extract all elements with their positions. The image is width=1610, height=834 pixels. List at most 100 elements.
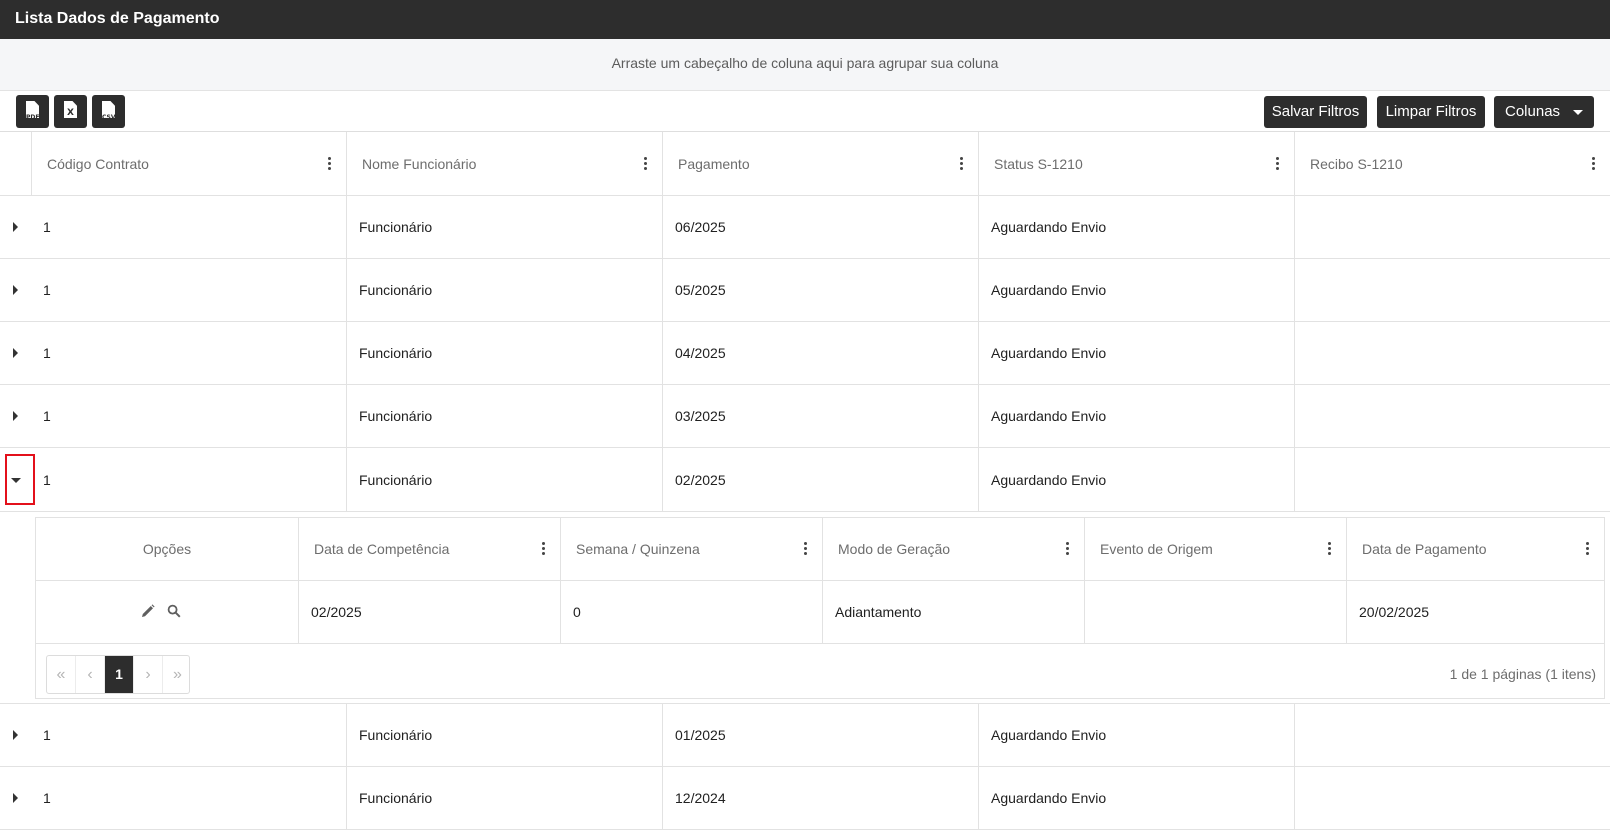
detail-cell-semana: 0 bbox=[560, 581, 822, 643]
title-bar: Lista Dados de Pagamento bbox=[0, 0, 1610, 39]
detail-header-data-competencia[interactable]: Data de Competência bbox=[298, 518, 560, 580]
table-row[interactable]: 1 Funcionário 05/2025 Aguardando Envio bbox=[0, 259, 1610, 322]
cell-nome: Funcionário bbox=[346, 448, 662, 511]
detail-grid: Opções Data de Competência Semana / Quin… bbox=[35, 517, 1605, 699]
column-header-codigo-contrato[interactable]: Código Contrato bbox=[31, 132, 346, 195]
columns-dropdown-button[interactable]: Colunas bbox=[1494, 96, 1594, 128]
cell-recibo bbox=[1294, 322, 1610, 384]
detail-panel: Opções Data de Competência Semana / Quin… bbox=[0, 512, 1610, 704]
columns-label: Colunas bbox=[1505, 103, 1561, 120]
vertical-dots-icon[interactable] bbox=[644, 156, 648, 171]
cell-status: Aguardando Envio bbox=[978, 448, 1294, 511]
detail-cell-opcoes bbox=[36, 581, 298, 643]
cell-recibo bbox=[1294, 259, 1610, 321]
row-expander[interactable] bbox=[0, 196, 31, 258]
vertical-dots-icon[interactable] bbox=[804, 542, 808, 556]
detail-header-semana-quinzena[interactable]: Semana / Quinzena bbox=[560, 518, 822, 580]
vertical-dots-icon[interactable] bbox=[1328, 542, 1332, 556]
clear-filters-button[interactable]: Limpar Filtros bbox=[1377, 96, 1485, 128]
save-filters-button[interactable]: Salvar Filtros bbox=[1264, 96, 1367, 128]
vertical-dots-icon[interactable] bbox=[1276, 156, 1280, 171]
detail-header-data-pagamento[interactable]: Data de Pagamento bbox=[1346, 518, 1604, 580]
cell-pagamento: 06/2025 bbox=[662, 196, 978, 258]
detail-cell-competencia: 02/2025 bbox=[298, 581, 560, 643]
detail-header-opcoes: Opções bbox=[142, 541, 192, 557]
cell-status: Aguardando Envio bbox=[978, 259, 1294, 321]
pagination: « ‹ 1 › » bbox=[46, 655, 190, 694]
page-number-button[interactable]: 1 bbox=[105, 656, 134, 693]
vertical-dots-icon[interactable] bbox=[1066, 542, 1070, 556]
vertical-dots-icon[interactable] bbox=[960, 156, 964, 171]
table-row-expanded[interactable]: 1 Funcionário 02/2025 Aguardando Envio bbox=[0, 448, 1610, 512]
cell-codigo: 1 bbox=[43, 790, 51, 806]
cell-codigo: 1 bbox=[43, 727, 51, 743]
cell-pagamento: 05/2025 bbox=[662, 259, 978, 321]
group-panel[interactable]: Arraste um cabeçalho de coluna aqui para… bbox=[0, 39, 1610, 91]
row-expander[interactable] bbox=[0, 259, 31, 321]
chevron-down-icon bbox=[1573, 110, 1583, 115]
cell-pagamento: 01/2025 bbox=[662, 704, 978, 766]
row-expander[interactable] bbox=[0, 704, 31, 766]
cell-nome: Funcionário bbox=[346, 385, 662, 447]
cell-status: Aguardando Envio bbox=[978, 385, 1294, 447]
cell-status: Aguardando Envio bbox=[978, 196, 1294, 258]
caret-right-icon bbox=[13, 730, 18, 740]
pagination-info: 1 de 1 páginas (1 itens) bbox=[1449, 666, 1596, 682]
cell-recibo bbox=[1294, 196, 1610, 258]
first-page-button[interactable]: « bbox=[47, 656, 76, 693]
grid-header-row: Código Contrato Nome Funcionário Pagamen… bbox=[0, 132, 1610, 196]
caret-right-icon bbox=[13, 285, 18, 295]
table-row[interactable]: 1 Funcionário 06/2025 Aguardando Envio bbox=[0, 196, 1610, 259]
cell-recibo bbox=[1294, 385, 1610, 447]
prev-page-button[interactable]: ‹ bbox=[76, 656, 105, 693]
row-collapser[interactable] bbox=[0, 448, 35, 511]
row-expander[interactable] bbox=[0, 322, 31, 384]
column-header-nome-funcionario[interactable]: Nome Funcionário bbox=[346, 132, 662, 195]
caret-right-icon bbox=[13, 348, 18, 358]
last-page-button[interactable]: » bbox=[163, 656, 192, 693]
vertical-dots-icon[interactable] bbox=[1592, 156, 1596, 171]
vertical-dots-icon[interactable] bbox=[542, 542, 546, 556]
cell-recibo bbox=[1294, 704, 1610, 766]
column-header-status-s1210[interactable]: Status S-1210 bbox=[978, 132, 1294, 195]
cell-recibo bbox=[1294, 448, 1610, 511]
caret-right-icon bbox=[13, 411, 18, 421]
detail-header-evento-origem[interactable]: Evento de Origem bbox=[1084, 518, 1346, 580]
vertical-dots-icon[interactable] bbox=[328, 156, 332, 171]
cell-pagamento: 12/2024 bbox=[662, 767, 978, 829]
cell-nome: Funcionário bbox=[346, 259, 662, 321]
table-row[interactable]: 1 Funcionário 04/2025 Aguardando Envio bbox=[0, 322, 1610, 385]
cell-nome: Funcionário bbox=[346, 704, 662, 766]
cell-pagamento: 04/2025 bbox=[662, 322, 978, 384]
table-row[interactable]: 1 Funcionário 12/2024 Aguardando Envio bbox=[0, 767, 1610, 830]
next-page-button[interactable]: › bbox=[134, 656, 163, 693]
group-panel-hint: Arraste um cabeçalho de coluna aqui para… bbox=[611, 55, 999, 71]
cell-status: Aguardando Envio bbox=[978, 322, 1294, 384]
cell-pagamento: 02/2025 bbox=[662, 448, 978, 511]
detail-data-row[interactable]: 02/2025 0 Adiantamento 20/02/2025 bbox=[36, 581, 1604, 644]
detail-header-row: Opções Data de Competência Semana / Quin… bbox=[36, 518, 1604, 581]
export-excel-button[interactable]: X bbox=[54, 95, 87, 128]
export-pdf-button[interactable]: PDF bbox=[16, 95, 49, 128]
detail-header-modo-geracao[interactable]: Modo de Geração bbox=[822, 518, 1084, 580]
detail-cell-modo: Adiantamento bbox=[822, 581, 1084, 643]
detail-cell-data-pagamento: 20/02/2025 bbox=[1346, 581, 1604, 643]
cell-codigo: 1 bbox=[43, 408, 51, 424]
row-expander[interactable] bbox=[0, 385, 31, 447]
column-header-recibo-s1210[interactable]: Recibo S-1210 bbox=[1294, 132, 1610, 195]
cell-nome: Funcionário bbox=[346, 767, 662, 829]
caret-right-icon bbox=[13, 222, 18, 232]
table-row[interactable]: 1 Funcionário 03/2025 Aguardando Envio bbox=[0, 385, 1610, 448]
export-csv-button[interactable]: CSV bbox=[92, 95, 125, 128]
cell-codigo: 1 bbox=[43, 219, 51, 235]
pencil-icon[interactable] bbox=[141, 604, 155, 618]
cell-status: Aguardando Envio bbox=[978, 704, 1294, 766]
search-icon[interactable] bbox=[167, 604, 181, 618]
detail-cell-evento bbox=[1084, 581, 1346, 643]
cell-recibo bbox=[1294, 767, 1610, 829]
cell-codigo: 1 bbox=[43, 471, 51, 488]
row-expander[interactable] bbox=[0, 767, 31, 829]
vertical-dots-icon[interactable] bbox=[1586, 542, 1590, 556]
column-header-pagamento[interactable]: Pagamento bbox=[662, 132, 978, 195]
table-row[interactable]: 1 Funcionário 01/2025 Aguardando Envio bbox=[0, 704, 1610, 767]
